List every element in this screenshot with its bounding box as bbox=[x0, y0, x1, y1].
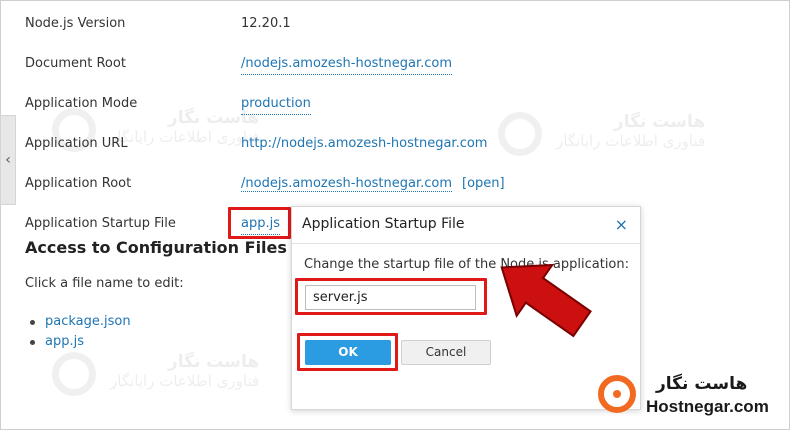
hostnegar-logo-icon bbox=[598, 375, 636, 413]
detail-value: 12.20.1 bbox=[241, 16, 291, 31]
detail-label: Application Root bbox=[25, 176, 132, 191]
ok-button-highlight bbox=[297, 333, 398, 371]
list-item: app.js bbox=[28, 332, 131, 352]
cancel-button[interactable]: Cancel bbox=[401, 340, 491, 365]
detail-label: Document Root bbox=[25, 56, 126, 71]
config-file-link[interactable]: app.js bbox=[45, 334, 84, 349]
application-root-link[interactable]: /nodejs.amozesh-hostnegar.com bbox=[241, 176, 453, 192]
detail-label: Application Startup File bbox=[25, 216, 176, 231]
config-hint: Click a file name to edit: bbox=[25, 276, 184, 291]
pointer-arrow-icon bbox=[500, 263, 592, 338]
input-highlight bbox=[295, 278, 487, 315]
application-root-value: /nodejs.amozesh-hostnegar.com [open] bbox=[241, 174, 505, 194]
watermark: هاست نگار فناوری اطلاعات رایانگار bbox=[110, 352, 260, 390]
config-section-title: Access to Configuration Files bbox=[25, 238, 287, 257]
watermark-logo-icon bbox=[52, 352, 96, 396]
sidebar-toggle[interactable]: ‹ bbox=[0, 115, 16, 205]
open-link[interactable]: [open] bbox=[462, 176, 505, 191]
startup-file-highlight bbox=[228, 207, 291, 239]
logo-text-fa: هاست نگار bbox=[656, 374, 748, 394]
application-url-link[interactable]: http://nodejs.amozesh-hostnegar.com bbox=[241, 134, 487, 154]
watermark-logo-icon bbox=[498, 112, 542, 156]
config-file-link[interactable]: package.json bbox=[45, 314, 131, 329]
list-item: package.json bbox=[28, 312, 131, 332]
close-icon[interactable]: × bbox=[615, 215, 628, 234]
config-file-list: package.json app.js bbox=[28, 312, 131, 352]
popup-divider bbox=[292, 243, 640, 244]
application-mode-link[interactable]: production bbox=[241, 94, 311, 115]
chevron-left-icon: ‹ bbox=[5, 152, 11, 168]
detail-label: Application URL bbox=[25, 136, 128, 151]
detail-label: Node.js Version bbox=[25, 16, 126, 31]
popup-title: Application Startup File bbox=[302, 216, 465, 232]
logo-text-en: Hostnegar.com bbox=[646, 397, 769, 416]
detail-label: Application Mode bbox=[25, 96, 138, 111]
watermark: هاست نگار فناوری اطلاعات رایانگار bbox=[556, 112, 706, 150]
document-root-link[interactable]: /nodejs.amozesh-hostnegar.com bbox=[241, 54, 453, 75]
